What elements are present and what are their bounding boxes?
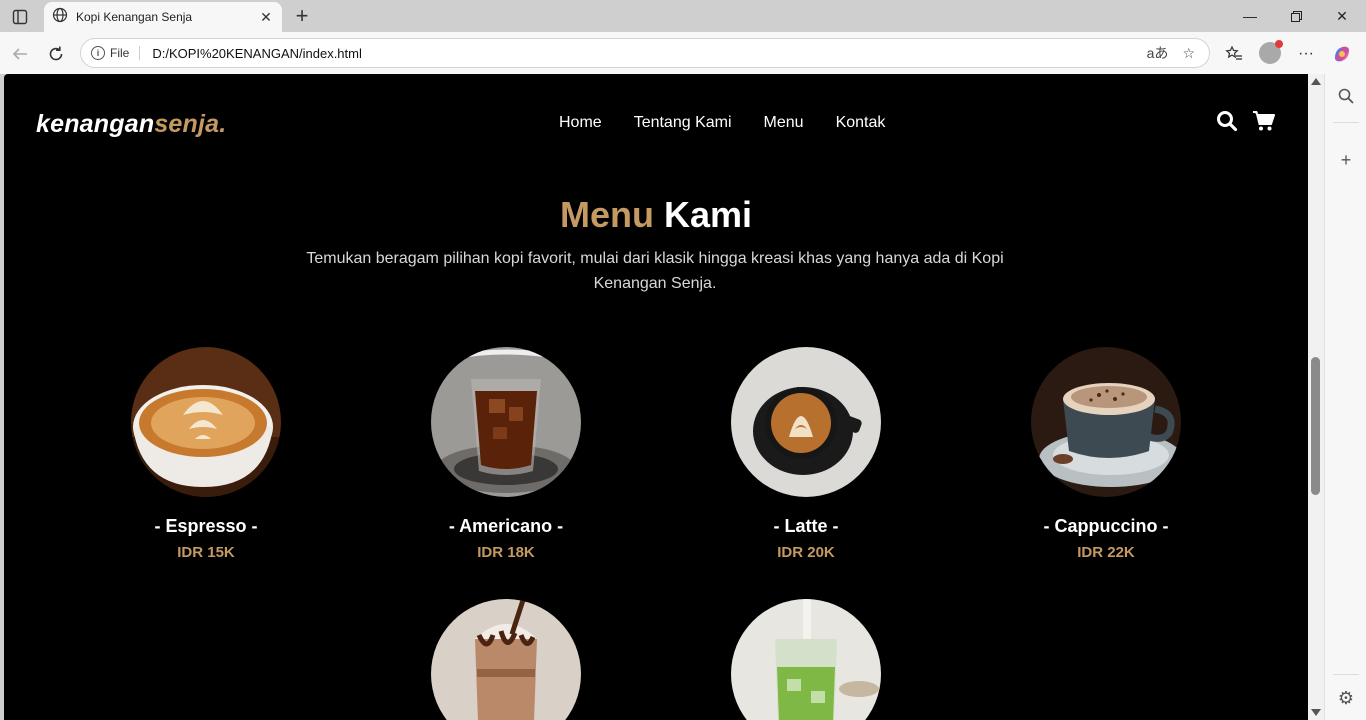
menu-item-name: - Espresso - (154, 516, 258, 536)
logo-main: kenangan (36, 110, 155, 138)
site-navbar: kenangansenja. Home Tentang Kami Menu Ko… (4, 74, 1308, 170)
nav-menu[interactable]: Menu (764, 114, 804, 132)
file-label: File (110, 46, 141, 60)
minimize-icon[interactable]: — (1230, 6, 1270, 26)
americano-image (431, 347, 581, 497)
more-icon[interactable]: ··· (1294, 42, 1318, 66)
menu-item-price: IDR 20K (777, 544, 835, 561)
search-icon[interactable] (1334, 84, 1358, 108)
menu-item-name: - Cappuccino - (1043, 516, 1169, 536)
site-logo[interactable]: kenangansenja. (36, 110, 226, 139)
scroll-up-icon[interactable] (1311, 78, 1321, 85)
heading-main: Kami (663, 194, 753, 235)
nav-icons (1216, 110, 1276, 137)
menu-item-price: IDR 22K (1077, 544, 1135, 561)
tab-kopi-kenangan[interactable]: Kopi Kenangan Senja ✕ (44, 2, 282, 32)
page-scrollbar[interactable] (1308, 74, 1324, 720)
notification-dot (1275, 40, 1283, 48)
info-icon[interactable]: i (91, 46, 105, 60)
menu-card-espresso[interactable]: - Espresso - IDR 15K (56, 347, 356, 561)
latte-image (731, 347, 881, 497)
menu-card-americano[interactable]: - Americano - IDR 18K (356, 347, 656, 561)
favorites-icon[interactable] (1222, 42, 1246, 66)
cappuccino-image (1031, 347, 1181, 497)
nav-home[interactable]: Home (559, 114, 602, 132)
plus-icon[interactable]: + (1334, 148, 1358, 172)
star-icon[interactable]: ☆ (1182, 45, 1195, 62)
menu-card-latte[interactable]: - Latte - IDR 20K (656, 347, 956, 561)
browser-sidebar: + ⚙ (1324, 74, 1366, 720)
menu-card-cappuccino[interactable]: - Cappuccino - IDR 22K (956, 347, 1256, 561)
restore-icon[interactable] (1276, 6, 1316, 26)
menu-item-price: IDR 15K (177, 544, 235, 561)
tab-bar: Kopi Kenangan Senja ✕ + — ✕ (0, 0, 1366, 32)
heading-accent: Menu (559, 194, 654, 235)
address-bar: i File D:/KOPI%20KENANGAN/index.html aあ … (0, 32, 1366, 74)
close-icon[interactable]: ✕ (258, 9, 274, 26)
sidebar-divider (1333, 122, 1359, 123)
sidebar-divider (1333, 674, 1359, 675)
back-icon[interactable] (8, 42, 32, 66)
menu-card-matcha[interactable] (656, 599, 956, 720)
logo-accent: senja. (154, 110, 227, 138)
plus-icon[interactable]: + (290, 3, 314, 28)
mocha-image (431, 599, 581, 720)
matcha-image (731, 599, 881, 720)
globe-icon (52, 7, 68, 28)
sidebar-toggle-icon[interactable] (8, 6, 32, 28)
cart-icon[interactable] (1252, 110, 1276, 137)
url-text[interactable]: D:/KOPI%20KENANGAN/index.html (152, 46, 1146, 61)
menu-item-name: - Latte - (773, 516, 839, 536)
settings-icon[interactable]: ⚙ (1334, 686, 1358, 710)
avatar[interactable] (1259, 40, 1283, 64)
reload-icon[interactable] (44, 42, 68, 66)
page-viewport: kenangansenja. Home Tentang Kami Menu Ko… (4, 74, 1308, 720)
site-menu: Home Tentang Kami Menu Kontak (559, 114, 885, 132)
copilot-icon[interactable] (1330, 42, 1354, 66)
read-aloud-icon[interactable]: aあ (1147, 43, 1169, 63)
tab-title: Kopi Kenangan Senja (76, 10, 193, 24)
nav-kontak[interactable]: Kontak (836, 114, 886, 132)
menu-item-price: IDR 18K (477, 544, 535, 561)
scroll-down-icon[interactable] (1311, 709, 1321, 716)
url-bar[interactable]: i File D:/KOPI%20KENANGAN/index.html aあ … (80, 38, 1210, 68)
section-heading: Menu Kami (4, 194, 1308, 236)
menu-item-name: - Americano - (448, 516, 564, 536)
menu-card-mocha[interactable] (356, 599, 656, 720)
search-icon[interactable] (1216, 110, 1238, 137)
nav-tentang-kami[interactable]: Tentang Kami (634, 114, 732, 132)
section-subtitle: Temukan beragam pilihan kopi favorit, mu… (306, 250, 1004, 292)
espresso-image (131, 347, 281, 497)
window-close-icon[interactable]: ✕ (1322, 6, 1362, 26)
scroll-thumb[interactable] (1311, 357, 1320, 495)
